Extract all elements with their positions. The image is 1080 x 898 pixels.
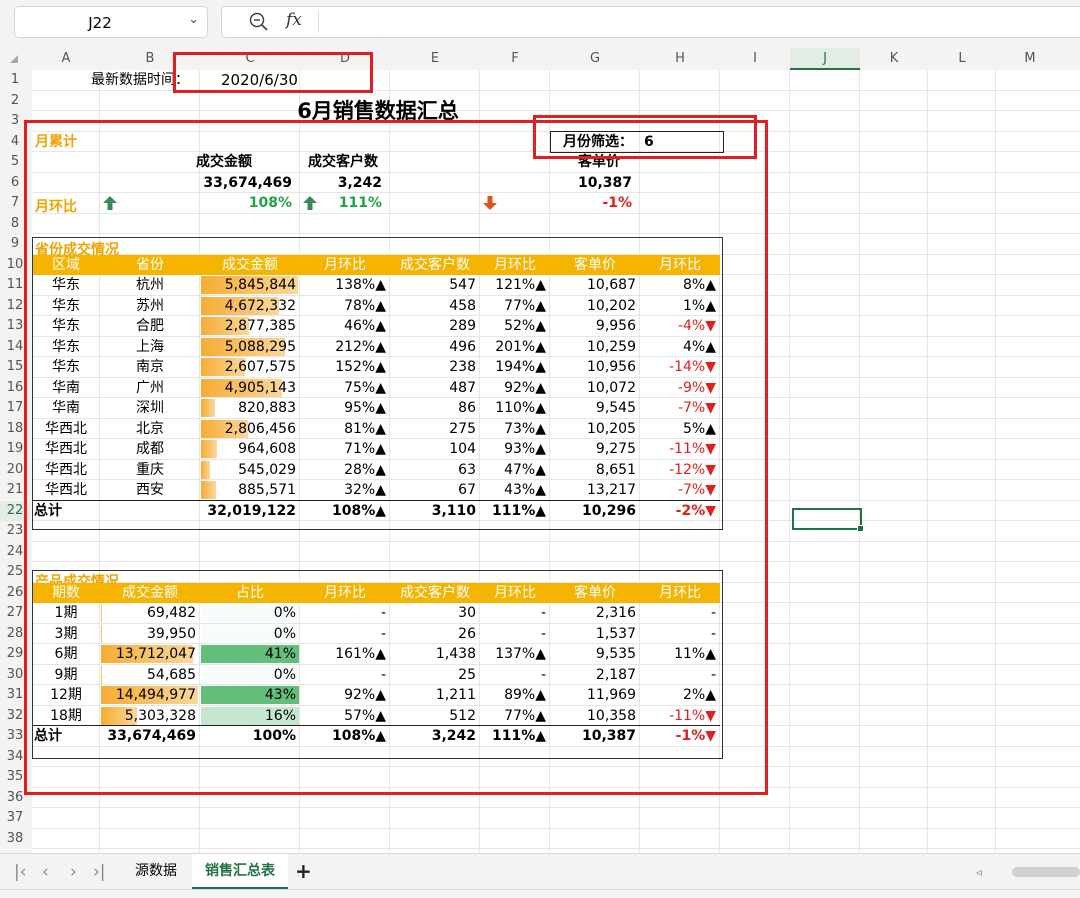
scroll-left-icon[interactable]: ◃ xyxy=(976,865,982,879)
prev-sheet-icon[interactable]: ‹ xyxy=(42,862,49,882)
chevron-down-icon[interactable]: ⌄ xyxy=(188,12,199,27)
column-header-l[interactable]: L xyxy=(928,48,996,70)
horizontal-scrollbar[interactable] xyxy=(1012,867,1080,877)
column-header-g[interactable]: G xyxy=(550,48,640,70)
column-header-j[interactable]: J xyxy=(790,48,860,70)
tab-source-data[interactable]: 源数据 xyxy=(122,854,190,889)
column-header-e[interactable]: E xyxy=(390,48,480,70)
gridline-horizontal xyxy=(32,827,1080,829)
column-header-i[interactable]: I xyxy=(720,48,790,70)
gridline-vertical xyxy=(859,70,860,853)
column-header-a[interactable]: A xyxy=(32,48,100,70)
name-box-value: J22 xyxy=(88,14,112,32)
column-header-row: ABCDEFGHIJKLM xyxy=(0,48,1080,70)
zoom-icon[interactable] xyxy=(248,11,270,37)
column-header-m[interactable]: M xyxy=(996,48,1064,70)
name-box[interactable]: J22 ⌄ xyxy=(14,6,208,38)
first-sheet-icon[interactable]: |‹ xyxy=(14,862,27,882)
highlight-box-date xyxy=(173,52,373,93)
row-header-37[interactable]: 37 xyxy=(0,808,30,828)
tab-sales-summary[interactable]: 销售汇总表 xyxy=(192,854,288,889)
gridline-horizontal xyxy=(32,110,1080,111)
selected-cell-J22[interactable] xyxy=(792,508,864,532)
sheet-tab-bar: |‹ ‹ › ›| 源数据 销售汇总表 + ◃ xyxy=(0,853,1080,890)
next-sheet-icon[interactable]: › xyxy=(70,862,77,882)
highlight-box-report xyxy=(24,120,768,795)
column-header-f[interactable]: F xyxy=(480,48,550,70)
gridline-vertical xyxy=(789,70,790,853)
spreadsheet-app: J22 ⌄ fx ABCDEFGHIJKLM 1 2 3 4 5 6 7 8 9 10 11 12 13… xyxy=(0,0,1080,898)
formula-input[interactable]: fx xyxy=(221,6,1080,38)
gridline-horizontal xyxy=(32,848,1080,849)
function-icon[interactable]: fx xyxy=(286,10,302,30)
select-all-corner[interactable] xyxy=(10,55,18,63)
row-header-38[interactable]: 38 xyxy=(0,829,30,849)
last-sheet-icon[interactable]: ›| xyxy=(93,862,106,882)
add-sheet-icon[interactable]: + xyxy=(295,859,312,883)
formula-divider xyxy=(318,11,319,33)
column-header-k[interactable]: K xyxy=(860,48,928,70)
column-header-h[interactable]: H xyxy=(640,48,720,70)
gridline-vertical xyxy=(995,70,996,853)
row-header-1[interactable]: 1 xyxy=(0,70,30,90)
row-header-2[interactable]: 2 xyxy=(0,91,30,111)
gridline-horizontal xyxy=(32,807,1080,808)
gridline-vertical xyxy=(927,70,928,853)
formula-bar: J22 ⌄ fx xyxy=(0,0,1080,48)
